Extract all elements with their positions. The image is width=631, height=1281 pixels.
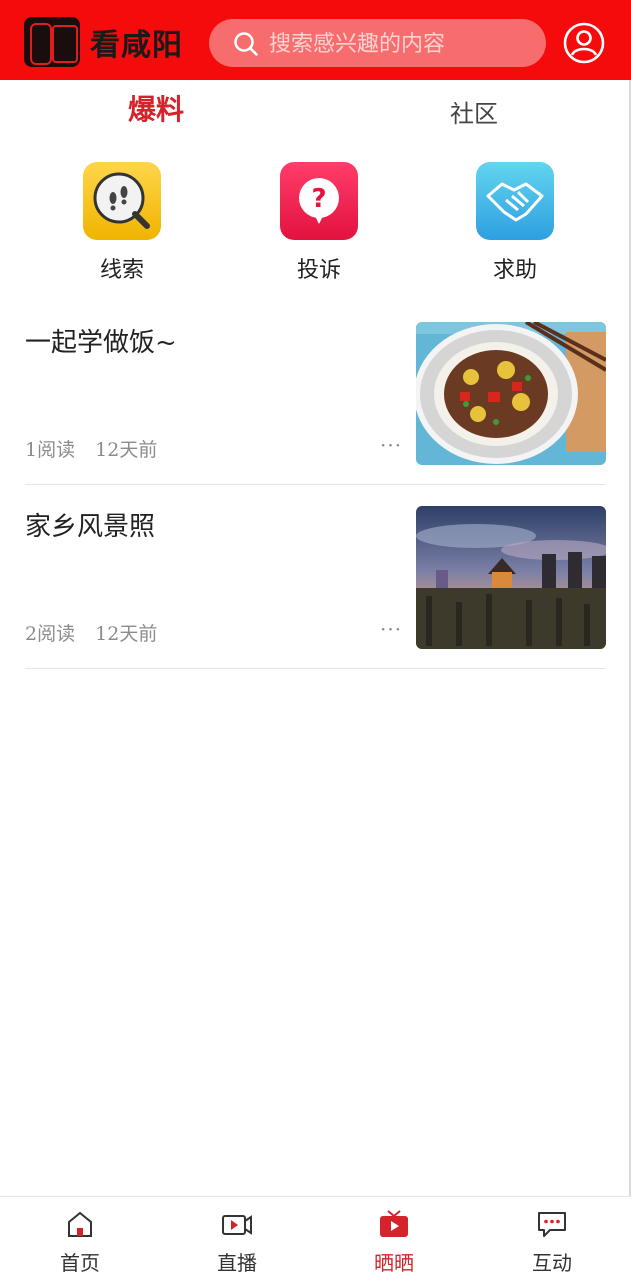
home-icon (68, 1211, 92, 1237)
question-bubble-icon: ? (280, 162, 358, 240)
chat-bubble-icon (538, 1212, 566, 1237)
more-options-icon[interactable]: ··· (380, 617, 402, 641)
feed-item[interactable]: 一起学做饭~ 1阅读 12天前 ··· (25, 322, 606, 485)
nav-live[interactable]: 直播 (197, 1209, 277, 1276)
more-options-icon[interactable]: ··· (380, 433, 402, 457)
nav-home[interactable]: 首页 (40, 1209, 120, 1276)
tab-community[interactable]: 社区 (450, 94, 498, 129)
feed-item[interactable]: 家乡风景照 2阅读 12天前 ··· (25, 506, 606, 669)
nav-show[interactable]: 晒晒 (354, 1209, 434, 1276)
feed-item-meta: 1阅读 12天前 (25, 435, 171, 462)
category-help-label: 求助 (492, 258, 537, 283)
read-count: 2阅读 (25, 623, 76, 645)
logo-seal-left (30, 23, 52, 65)
app-logo[interactable] (24, 17, 80, 67)
logo-seal-right (52, 25, 78, 63)
svg-text:?: ? (311, 184, 326, 214)
category-clue-label: 线索 (99, 258, 144, 283)
feed-item-title: 家乡风景照 (25, 512, 156, 542)
read-count: 1阅读 (25, 439, 76, 461)
feed-divider (25, 668, 606, 669)
post-time: 12天前 (95, 439, 158, 461)
bottom-navigation: 首页 直播 晒晒 互动 (0, 1196, 631, 1281)
tv-icon (380, 1210, 408, 1237)
category-clue[interactable]: 线索 (82, 162, 162, 284)
handshake-icon (476, 162, 554, 240)
nav-show-label: 晒晒 (374, 1251, 414, 1275)
feed-item-title: 一起学做饭~ (25, 328, 177, 358)
nav-home-label: 首页 (60, 1251, 100, 1275)
category-complain[interactable]: ? 投诉 (279, 162, 359, 284)
search-input[interactable] (267, 27, 531, 61)
search-bar[interactable] (209, 19, 546, 67)
app-title: 看咸阳 (90, 28, 183, 63)
feed-divider (25, 484, 606, 485)
video-camera-icon (222, 1215, 252, 1235)
magnifier-footprints-icon (83, 162, 161, 240)
category-help[interactable]: 求助 (475, 162, 555, 284)
nav-interact[interactable]: 互动 (512, 1209, 592, 1276)
feed-item-meta: 2阅读 12天前 (25, 619, 171, 646)
top-header: 看咸阳 (0, 0, 631, 80)
nav-interact-label: 互动 (532, 1251, 572, 1275)
feed-item-thumbnail (416, 322, 606, 465)
feed-item-thumbnail (416, 506, 606, 649)
tab-baoliao[interactable]: 爆料 (128, 88, 184, 128)
user-profile-icon[interactable] (563, 22, 605, 64)
nav-live-label: 直播 (217, 1251, 257, 1275)
post-time: 12天前 (95, 623, 158, 645)
category-complain-label: 投诉 (296, 258, 341, 283)
search-icon (234, 32, 258, 56)
